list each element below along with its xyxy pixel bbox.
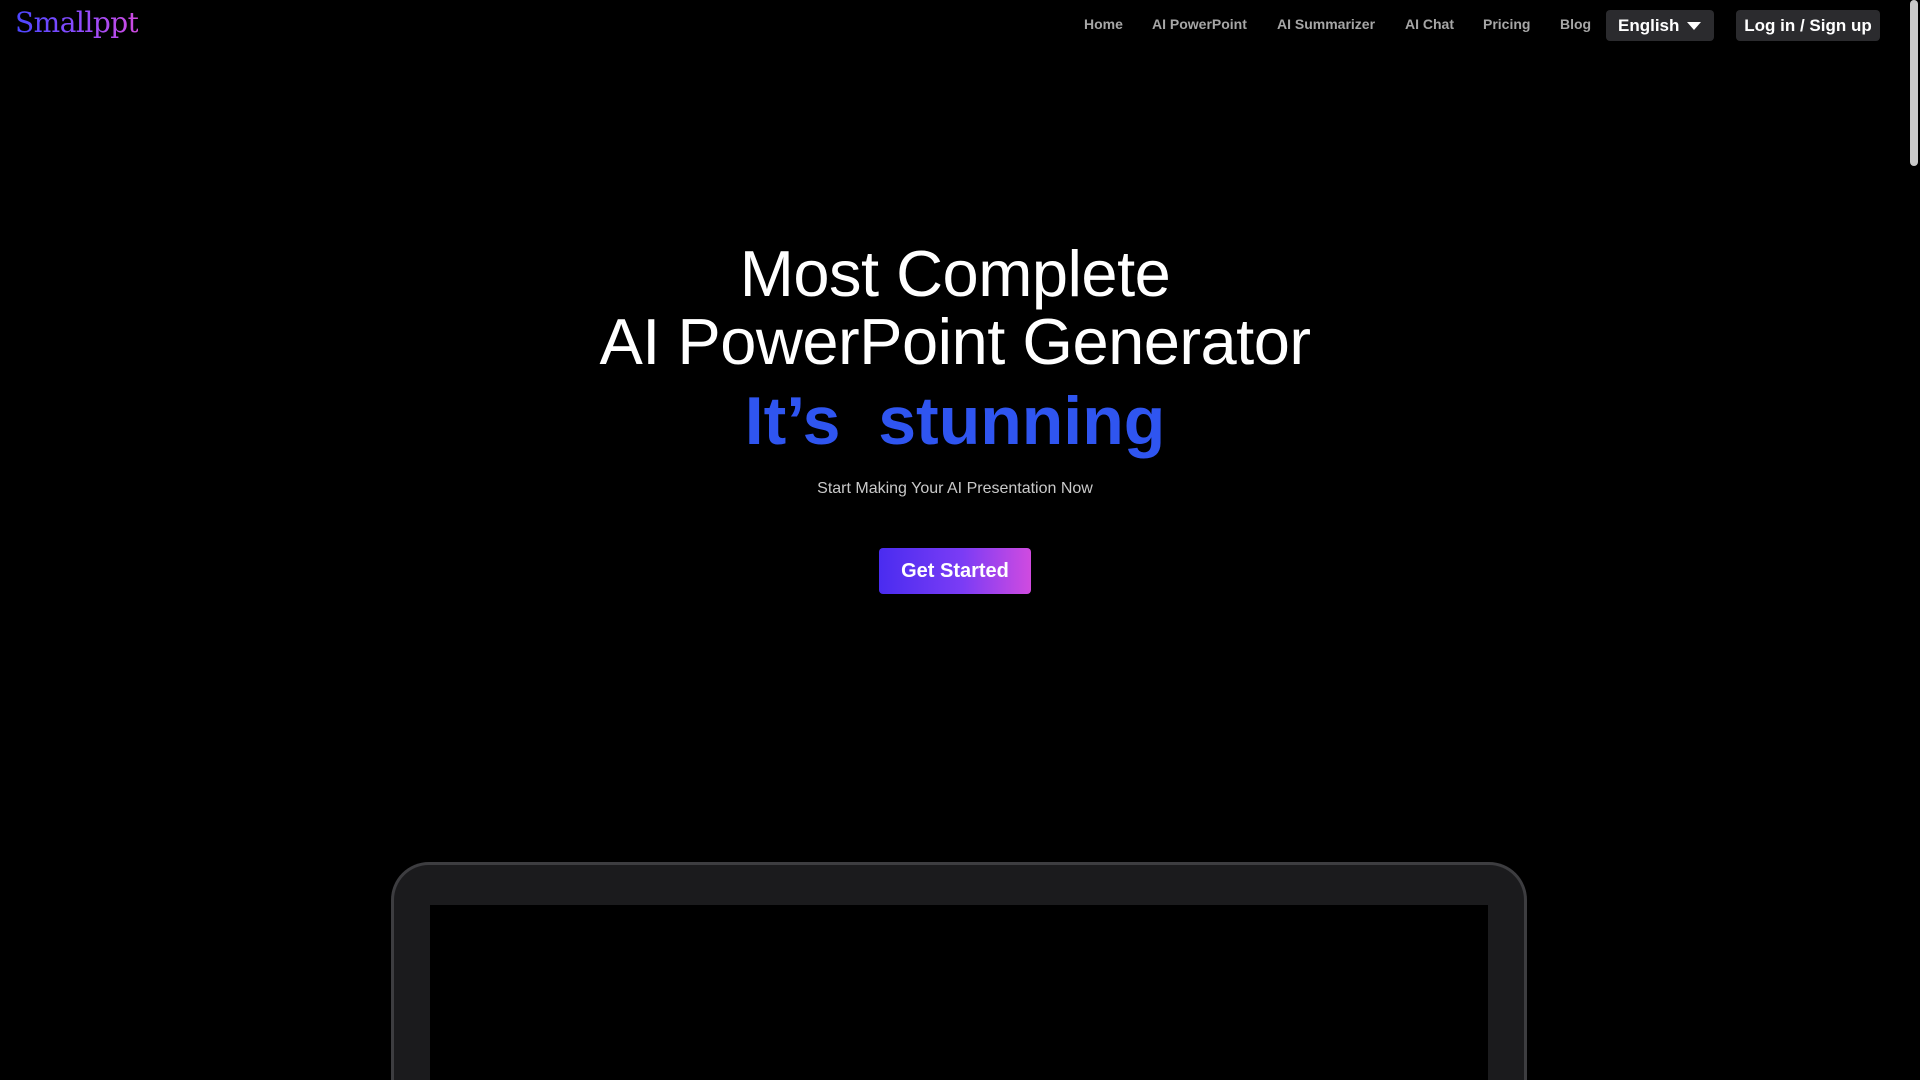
- nav-pricing[interactable]: Pricing: [1483, 16, 1530, 32]
- nav-ai-powerpoint[interactable]: AI PowerPoint: [1152, 16, 1247, 32]
- logo[interactable]: Smallppt: [15, 6, 139, 39]
- hero-accent-text: It’s stunning: [744, 383, 1166, 459]
- scrollbar[interactable]: [1905, 0, 1920, 1080]
- hero-subtitle: Start Making Your AI Presentation Now: [817, 480, 1093, 497]
- get-started-button[interactable]: Get Started: [879, 548, 1031, 594]
- chevron-down-icon: [1687, 22, 1701, 30]
- language-label: English: [1618, 15, 1680, 35]
- hero-title-line1: Most Complete: [739, 237, 1171, 310]
- scrollbar-thumb[interactable]: [1910, 0, 1918, 166]
- nav-blog[interactable]: Blog: [1560, 16, 1591, 32]
- laptop-mockup: [391, 862, 1527, 1080]
- login-signup-button[interactable]: Log in / Sign up: [1736, 10, 1880, 41]
- nav-ai-summarizer[interactable]: AI Summarizer: [1277, 16, 1375, 32]
- page: Smallppt Home AI PowerPoint AI Summarize…: [0, 0, 1920, 1080]
- laptop-screen: [430, 905, 1488, 1080]
- site-header: Smallppt Home AI PowerPoint AI Summarize…: [0, 0, 1920, 52]
- language-select[interactable]: English: [1606, 10, 1714, 41]
- hero-title-line2: AI PowerPoint Generator: [599, 305, 1311, 378]
- nav-ai-chat[interactable]: AI Chat: [1405, 16, 1454, 32]
- nav-home[interactable]: Home: [1084, 16, 1123, 32]
